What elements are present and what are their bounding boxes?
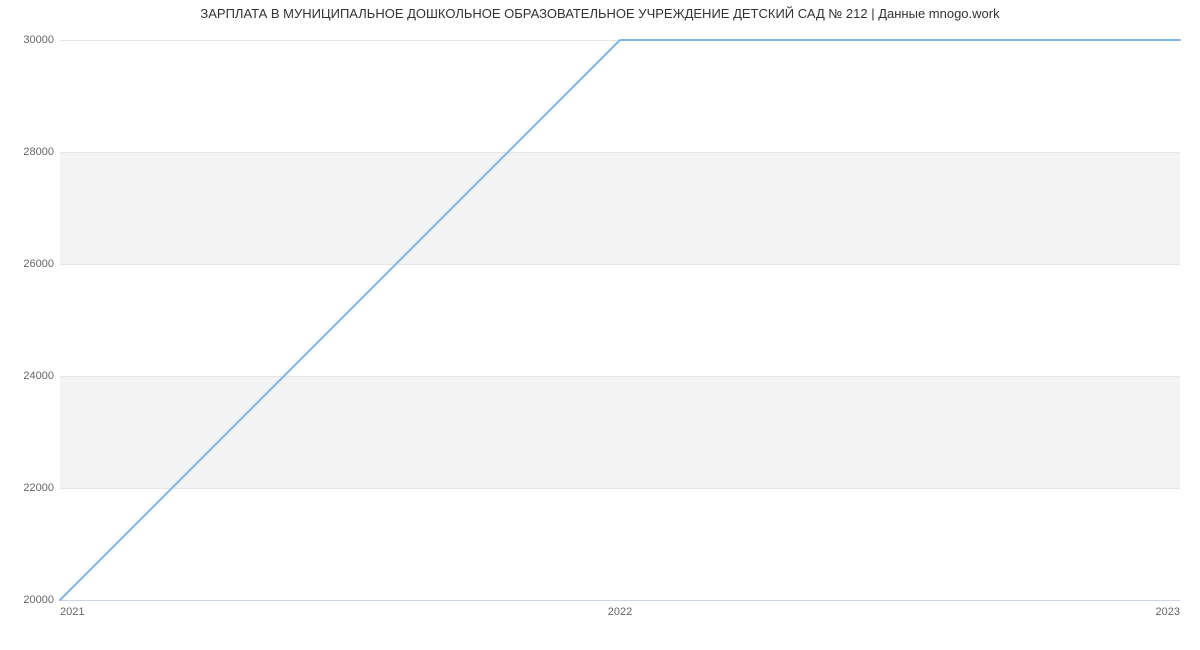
- chart-container: ЗАРПЛАТА В МУНИЦИПАЛЬНОЕ ДОШКОЛЬНОЕ ОБРА…: [0, 0, 1200, 650]
- y-tick-label: 22000: [4, 482, 54, 494]
- chart-title: ЗАРПЛАТА В МУНИЦИПАЛЬНОЕ ДОШКОЛЬНОЕ ОБРА…: [0, 6, 1200, 21]
- y-tick-label: 28000: [4, 146, 54, 158]
- x-tick-label: 2022: [608, 606, 632, 618]
- y-tick-label: 30000: [4, 34, 54, 46]
- x-tick-label: 2023: [1156, 606, 1180, 618]
- y-tick-label: 26000: [4, 258, 54, 270]
- line-series: [60, 40, 1180, 600]
- y-tick-label: 24000: [4, 370, 54, 382]
- plot-area: [60, 40, 1180, 601]
- y-tick-label: 20000: [4, 594, 54, 606]
- x-tick-label: 2021: [60, 606, 84, 618]
